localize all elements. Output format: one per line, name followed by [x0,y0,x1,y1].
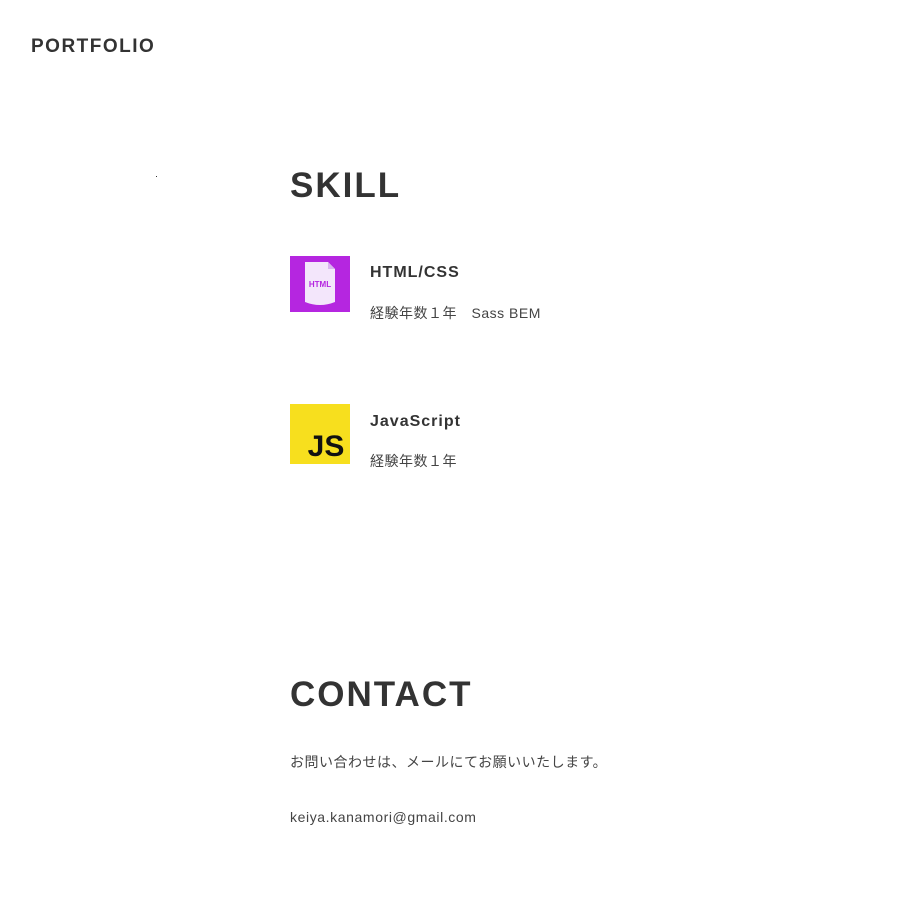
skill-description: 経験年数１年 Sass BEM [370,305,541,321]
contact-heading: CONTACT [290,675,473,714]
javascript-logo-icon: JS [290,404,350,464]
decorative-dot [156,176,157,177]
skill-description: 経験年数１年 [370,453,457,469]
skill-item-html-css: HTML HTML/CSS 経験年数１年 Sass BEM [290,256,790,326]
html-file-icon: HTML [290,256,350,312]
contact-message: お問い合わせは、メールにてお願いいたします。 [290,754,608,770]
skill-name: HTML/CSS [370,264,460,281]
skill-heading: SKILL [290,166,402,205]
js-icon-label: JS [308,430,345,463]
page: PORTFOLIO SKILL HTML HTML/CSS 経験年数１年 Sas… [0,0,900,900]
skill-item-javascript: JS JavaScript 経験年数１年 [290,404,790,474]
skill-name: JavaScript [370,413,461,430]
contact-email-link[interactable]: keiya.kanamori@gmail.com [290,810,477,824]
html-icon-label: HTML [309,280,331,289]
site-logo[interactable]: PORTFOLIO [31,36,155,58]
